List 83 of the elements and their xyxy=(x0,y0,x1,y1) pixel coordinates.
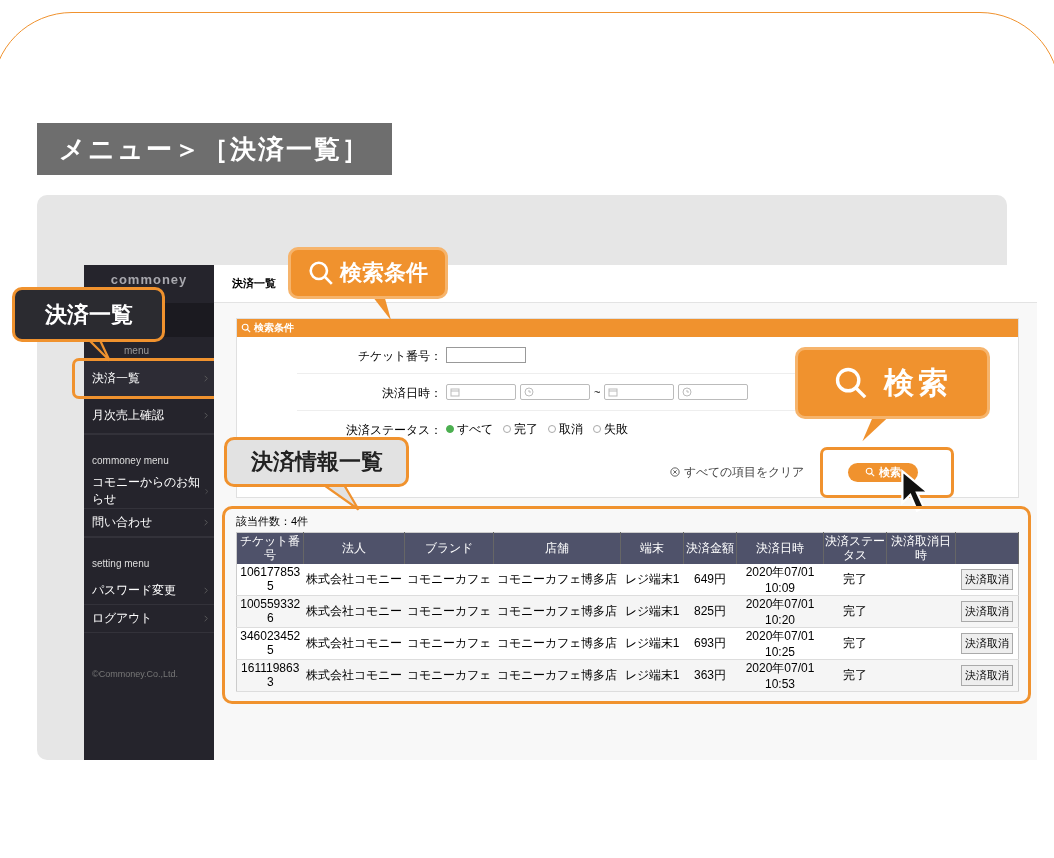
table-cell: 1005593326 xyxy=(236,595,304,628)
status-radio[interactable]: 完了 xyxy=(503,420,538,438)
status-radio[interactable]: 取消 xyxy=(548,420,583,438)
range-separator: ~ xyxy=(594,386,601,398)
time-field[interactable] xyxy=(520,384,590,400)
column-header: チケット番号 xyxy=(236,532,304,564)
status-radio[interactable]: 失敗 xyxy=(593,420,628,438)
table-cell: 2020年07/01 10:25 xyxy=(736,627,824,660)
clear-link[interactable]: すべての項目をクリア xyxy=(670,463,804,481)
table-cell: コモニーカフェ xyxy=(404,659,494,692)
table-cell: 1611198633 xyxy=(236,659,304,692)
table-cell: コモニーカフェ xyxy=(404,563,494,596)
chevron-icon xyxy=(204,587,208,594)
table-cell: 693円 xyxy=(683,627,737,660)
table-cell: レジ端末1 xyxy=(620,627,684,660)
ticket-number-field[interactable] xyxy=(446,347,526,363)
column-header: 決済ステータス xyxy=(823,532,887,564)
table-cell: 完了 xyxy=(823,627,887,660)
copyright: ©Commoney.Co.,Ltd. xyxy=(91,668,179,681)
table-cell: 363円 xyxy=(683,659,737,692)
table-cell: レジ端末1 xyxy=(620,563,684,596)
time-field[interactable] xyxy=(678,384,749,400)
table-cell: 1061778535 xyxy=(236,563,304,596)
chevron-icon xyxy=(204,411,208,419)
table-cell: 2020年07/01 10:20 xyxy=(736,595,824,628)
table-cell: 株式会社コモニー xyxy=(303,563,405,596)
column-header: ブランド xyxy=(404,532,494,564)
table-cell: コモニーカフェ博多店 xyxy=(493,659,621,692)
field-label: 決済日時： xyxy=(382,385,442,400)
table-cell: 完了 xyxy=(823,563,887,596)
chevron-icon xyxy=(204,615,208,622)
chevron-icon xyxy=(204,374,208,382)
table-cell: 株式会社コモニー xyxy=(303,595,405,628)
date-field[interactable] xyxy=(604,384,675,400)
table-cell: 2020年07/01 10:09 xyxy=(736,563,824,596)
page-title: 決済一覧 xyxy=(232,276,276,291)
date-field[interactable] xyxy=(446,384,516,400)
clear-icon xyxy=(670,467,680,477)
status-radio[interactable]: すべて xyxy=(446,420,493,438)
calendar-icon xyxy=(450,387,460,397)
table-cell: コモニーカフェ xyxy=(404,627,494,660)
table-cell: コモニーカフェ xyxy=(404,595,494,628)
field-label: 決済ステータス： xyxy=(346,422,442,437)
cancel-button[interactable]: 決済取消 xyxy=(960,664,1013,686)
clock-icon xyxy=(524,387,534,397)
search-icon xyxy=(865,467,875,477)
search-icon xyxy=(833,366,868,400)
table-cell: 825円 xyxy=(683,595,737,628)
chevron-icon xyxy=(204,519,208,526)
table-cell: 完了 xyxy=(823,659,887,692)
table-cell: レジ端末1 xyxy=(620,595,684,628)
column-header: 決済日時 xyxy=(736,532,824,564)
column-header: 店舗 xyxy=(493,532,621,564)
search-icon xyxy=(308,260,334,286)
table-cell: コモニーカフェ博多店 xyxy=(493,563,621,596)
column-header: 決済取消日時 xyxy=(886,532,956,564)
field-label: チケット番号： xyxy=(358,348,442,363)
calendar-icon xyxy=(608,387,619,397)
callout-text: 検索条件 xyxy=(340,259,428,287)
table-cell: 株式会社コモニー xyxy=(303,627,405,660)
table-cell: コモニーカフェ博多店 xyxy=(493,595,621,628)
table-cell: 2020年07/01 10:53 xyxy=(736,659,824,692)
column-header: 端末 xyxy=(620,532,684,564)
clock-icon xyxy=(682,387,693,397)
table-cell: コモニーカフェ博多店 xyxy=(493,627,621,660)
table-cell: 649円 xyxy=(683,563,737,596)
table-cell: 株式会社コモニー xyxy=(303,659,405,692)
table-cell: 3460234525 xyxy=(236,627,304,660)
cancel-button[interactable]: 決済取消 xyxy=(960,600,1013,622)
callout-text: 検索 xyxy=(883,364,952,401)
result-count: 該当件数：4件 xyxy=(236,514,310,529)
search-icon xyxy=(241,323,251,333)
panel-title: 検索条件 xyxy=(254,321,294,335)
logo: commoney xyxy=(109,271,189,289)
table-cell: レジ端末1 xyxy=(620,659,684,692)
cancel-button[interactable]: 決済取消 xyxy=(960,632,1013,654)
section-heading: メニュー＞［決済一覧］ xyxy=(37,123,392,175)
cancel-button[interactable]: 決済取消 xyxy=(960,568,1013,590)
column-header: 法人 xyxy=(303,532,405,564)
table-cell: 完了 xyxy=(823,595,887,628)
callout-bubble: 決済一覧 xyxy=(12,287,165,342)
menu-heading: menu xyxy=(124,345,149,356)
column-header: 決済金額 xyxy=(683,532,737,564)
